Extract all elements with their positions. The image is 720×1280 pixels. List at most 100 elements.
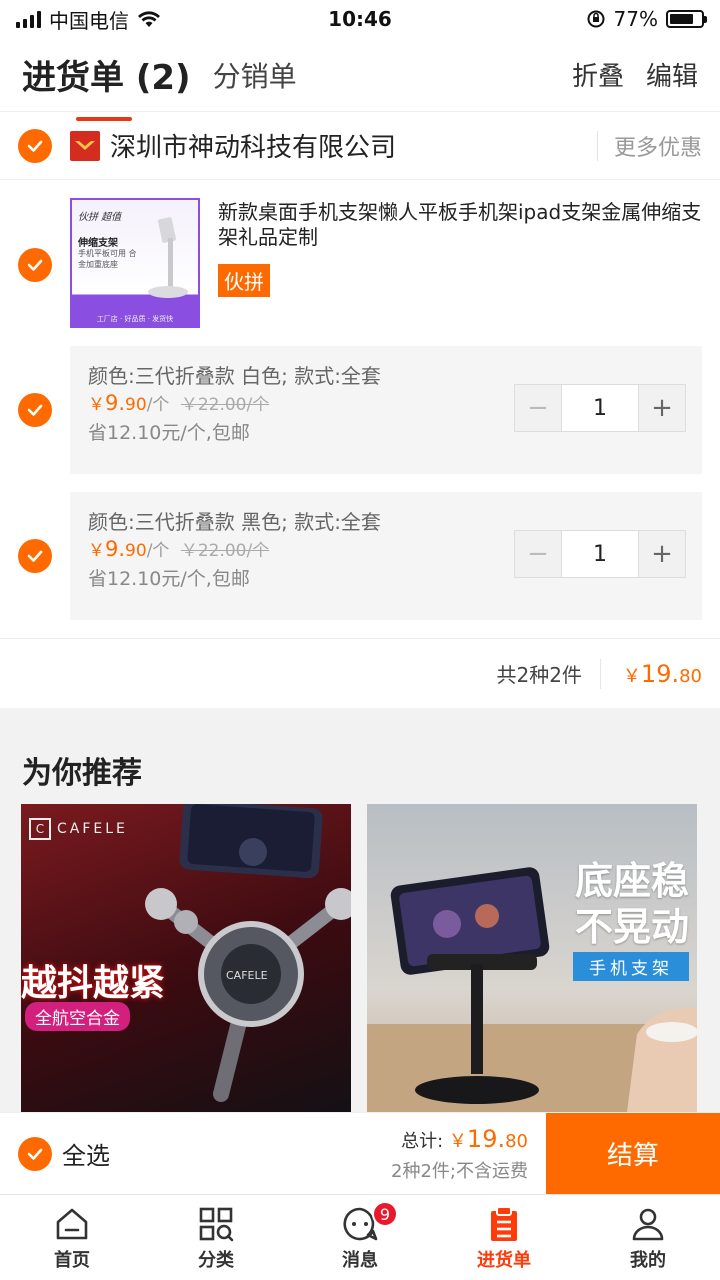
svg-text:CAFELE: CAFELE <box>226 969 268 982</box>
promo-slogan-line: 底座稳 <box>574 859 689 903</box>
sku-checkbox[interactable] <box>18 393 52 427</box>
checkout-bar: 全选 总计: ￥19.80 2种2件;不含运费 结算 <box>0 1112 720 1195</box>
price-integer: 9. <box>105 391 126 415</box>
status-right: 77% <box>586 7 707 31</box>
profile-icon <box>632 1208 664 1240</box>
checkout-button[interactable]: 结算 <box>546 1112 720 1195</box>
checkmark-icon <box>27 140 43 152</box>
promo-badge: 全航空合金 <box>25 1002 130 1031</box>
status-left: 中国电信 <box>16 5 161 34</box>
total-amount: ￥19.80 <box>448 1125 528 1153</box>
price-currency: ￥ <box>88 395 105 415</box>
price-integer: 9. <box>105 537 126 561</box>
recommend-section: 为你推荐 C CAFELE CAFELE 越抖越紧 全航空合金 底座稳 不晃动 … <box>0 708 720 1112</box>
subtotal-currency: ￥ <box>622 665 641 687</box>
total-decimal: 80 <box>505 1130 528 1152</box>
tab-distribution-order[interactable]: 分销单 <box>213 55 297 95</box>
rotation-lock-icon <box>587 10 605 28</box>
promo-badge: 手机支架 <box>573 952 689 981</box>
nav-item-profile[interactable]: 我的 <box>576 1195 720 1280</box>
wifi-icon <box>138 11 160 27</box>
shop-name[interactable]: 深圳市神动科技有限公司 <box>110 127 396 164</box>
promo-slogan: 越抖越紧 <box>21 963 166 1004</box>
checkout-total: 总计: ￥19.80 <box>391 1125 528 1153</box>
tab-purchase-order-label: 进货单 (2) <box>22 58 191 98</box>
product-image-text: 伙拼 超值 <box>78 212 122 223</box>
group-buy-tag: 伙拼 <box>218 264 270 297</box>
status-bar: 中国电信 10:46 77% <box>0 0 720 38</box>
shop-subtotal: ￥19.80 <box>623 660 702 688</box>
recommend-card[interactable]: C CAFELE CAFELE 越抖越紧 全航空合金 <box>21 804 351 1112</box>
original-price: ￥22.00/个 <box>180 395 270 415</box>
edit-button[interactable]: 编辑 <box>646 56 698 93</box>
nav-item-purchase-order[interactable]: 进货单 <box>432 1195 576 1280</box>
quantity-input[interactable]: 1 <box>561 385 639 431</box>
sku-checkbox[interactable] <box>18 539 52 573</box>
clock: 10:46 <box>328 7 392 31</box>
product-image-text: 伸缩支架 <box>78 238 118 249</box>
shop-row: 深圳市神动科技有限公司 更多优惠 <box>0 112 720 180</box>
product-checkbox[interactable] <box>18 248 52 282</box>
select-all-label[interactable]: 全选 <box>62 1136 110 1171</box>
sku-box: 颜色:三代折叠款 白色; 款式:全套 ￥9.90/个 ￥22.00/个 省12.… <box>70 346 702 474</box>
price-unit: /个 <box>146 541 170 561</box>
checkout-note: 2种2件;不含运费 <box>391 1160 528 1182</box>
product-image[interactable]: 伙拼 超值 伸缩支架 手机平板可用 合金加重底座 工厂店 · 好品质 · 发货快 <box>70 198 200 328</box>
nav-label: 首页 <box>54 1249 90 1271</box>
subtotal-integer: 19. <box>640 659 680 688</box>
quantity-stepper: − 1 + <box>514 530 686 578</box>
nav-item-messages[interactable]: 9 消息 <box>288 1195 432 1280</box>
purchase-order-icon <box>491 1205 517 1241</box>
tab-purchase-order[interactable]: 进货单 (2) <box>22 50 191 121</box>
shop-checkbox[interactable] <box>18 128 52 163</box>
subtotal-decimal: 80 <box>679 665 702 687</box>
nav-item-category[interactable]: 分类 <box>144 1195 288 1280</box>
nav-label: 进货单 <box>477 1249 531 1271</box>
price-unit: /个 <box>146 395 170 415</box>
fold-button[interactable]: 折叠 <box>572 56 624 93</box>
shop-logo <box>70 130 100 161</box>
sku-box: 颜色:三代折叠款 黑色; 款式:全套 ￥9.90/个 ￥22.00/个 省12.… <box>70 492 702 620</box>
increase-button[interactable]: + <box>639 385 685 431</box>
decrease-button[interactable]: − <box>515 385 561 431</box>
select-all-checkbox[interactable] <box>18 1136 52 1171</box>
shop-summary: 共2种2件 ￥19.80 <box>0 638 720 708</box>
original-price: ￥22.00/个 <box>180 541 270 561</box>
category-icon <box>199 1207 234 1241</box>
quantity-stepper: − 1 + <box>514 384 686 432</box>
item-count: 共2种2件 <box>496 658 601 689</box>
sku-row: 颜色:三代折叠款 黑色; 款式:全套 ￥9.90/个 ￥22.00/个 省12.… <box>0 492 720 620</box>
price-decimal: 90 <box>125 395 147 415</box>
bottom-nav: 首页 分类 9 消息 进货单 我的 <box>0 1194 720 1280</box>
battery-icon <box>666 10 707 28</box>
cart-header: 进货单 (2) 分销单 折叠 编辑 <box>0 38 720 121</box>
phone-stand-illustration <box>148 217 188 298</box>
promo-slogan-line: 不晃动 <box>574 905 689 949</box>
nav-label: 消息 <box>342 1249 378 1271</box>
promo-slogan: 底座稳 不晃动 <box>575 858 689 950</box>
recommend-title: 为你推荐 <box>22 756 142 791</box>
nav-item-home[interactable]: 首页 <box>0 1195 144 1280</box>
price-decimal: 90 <box>125 541 147 561</box>
recommend-card[interactable]: 底座稳 不晃动 手机支架 <box>367 804 697 1112</box>
product-image-text: 工厂店 · 好品质 · 发货快 <box>96 315 174 323</box>
checkmark-icon <box>27 404 43 416</box>
checkmark-icon <box>27 259 43 271</box>
product-title[interactable]: 新款桌面手机支架懒人平板手机架ipad支架金属伸缩支架礼品定制 <box>218 200 703 250</box>
nav-label: 分类 <box>198 1249 234 1271</box>
header-actions: 折叠 编辑 <box>572 56 698 93</box>
sku-row: 颜色:三代折叠款 白色; 款式:全套 ￥9.90/个 ￥22.00/个 省12.… <box>0 346 720 474</box>
quantity-input[interactable]: 1 <box>561 531 639 577</box>
checkmark-icon <box>27 550 43 562</box>
more-promo-button[interactable]: 更多优惠 <box>596 130 702 161</box>
total-currency: ￥ <box>448 1130 467 1152</box>
increase-button[interactable]: + <box>639 531 685 577</box>
nav-label: 我的 <box>630 1249 666 1271</box>
product-item: 伙拼 超值 伸缩支架 手机平板可用 合金加重底座 工厂店 · 好品质 · 发货快… <box>0 196 720 330</box>
decrease-button[interactable]: − <box>515 531 561 577</box>
total-integer: 19. <box>466 1124 506 1153</box>
message-badge: 9 <box>372 1201 398 1227</box>
checkmark-icon <box>27 1148 43 1160</box>
carrier-label: 中国电信 <box>49 8 129 33</box>
battery-percent: 77% <box>613 7 658 31</box>
